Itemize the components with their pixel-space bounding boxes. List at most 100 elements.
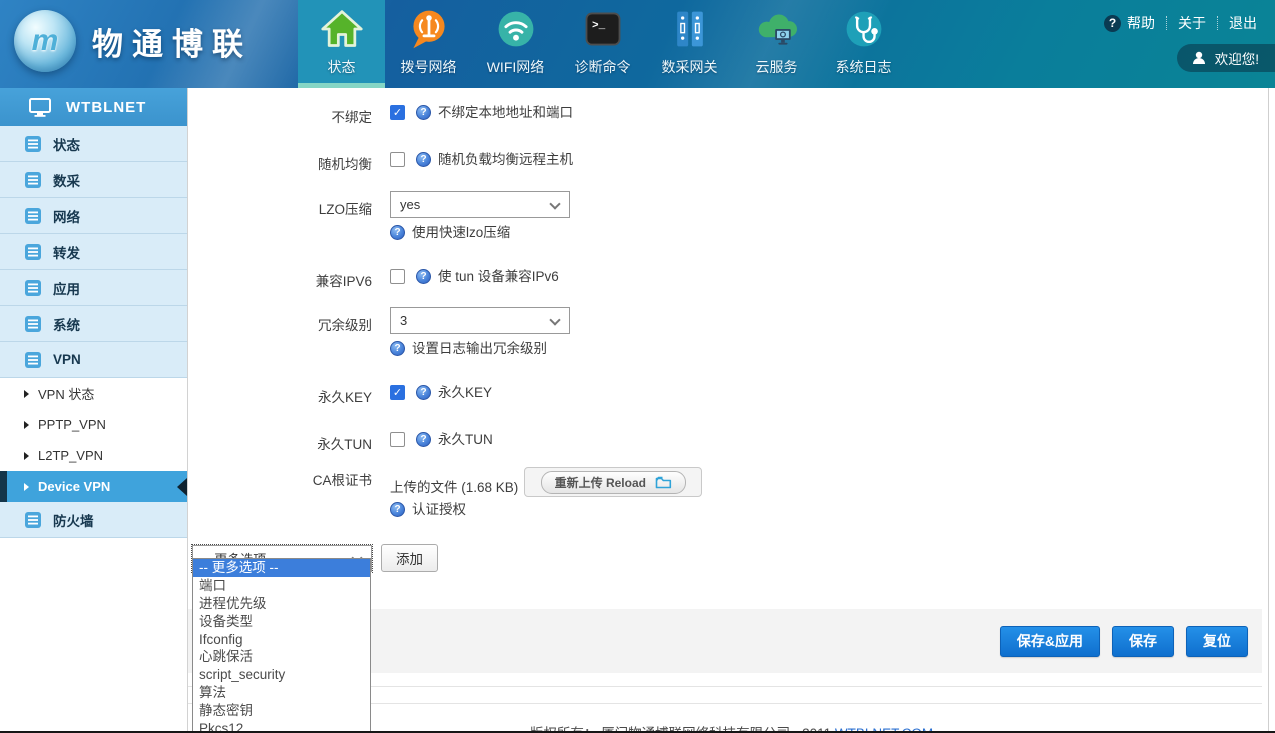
logs-icon	[841, 6, 887, 52]
form-row-ipv6: 兼容IPV6 使 tun 设备兼容IPv6	[188, 268, 1275, 290]
dial-network-icon	[406, 6, 452, 52]
help-icon[interactable]	[416, 269, 431, 284]
random-balance-checkbox[interactable]	[390, 152, 405, 167]
verbosity-select[interactable]: 3	[390, 307, 570, 334]
sidebar-subitem-device-vpn[interactable]: Device VPN	[0, 471, 187, 502]
persist-key-checkbox[interactable]	[390, 385, 405, 400]
form-row-ca-cert: CA根证书 上传的文件 (1.68 KB) 重新上传 Reload 认证授权	[188, 467, 1275, 518]
form-row-persist-key: 永久KEY 永久KEY	[188, 384, 1275, 406]
sidebar-item-firewall[interactable]: 防火墙	[0, 502, 187, 538]
field-label: 永久TUN	[188, 431, 390, 453]
field-label: 随机均衡	[188, 151, 390, 173]
help-icon[interactable]: ?	[1104, 15, 1121, 32]
sidebar-item-data-collect[interactable]: 数采	[0, 162, 187, 198]
reset-button[interactable]: 复位	[1186, 626, 1248, 657]
welcome-text: 欢迎您!	[1215, 48, 1259, 68]
dropdown-option[interactable]: 心跳保活	[193, 648, 370, 666]
sidebar: WTBLNET 状态 数采 网络 转发 应用 系统 VPN	[0, 88, 188, 733]
wifi-icon	[493, 6, 539, 52]
nav-tab-diagnostics[interactable]: >_ 诊断命令	[559, 0, 646, 88]
caret-right-icon	[24, 452, 29, 460]
nav-tab-wifi-network[interactable]: WIFI网络	[472, 0, 559, 88]
dropdown-option[interactable]: 进程优先级	[193, 595, 370, 613]
gateway-icon	[667, 6, 713, 52]
nav-tab-system-logs[interactable]: 系统日志	[820, 0, 907, 88]
monitor-icon	[28, 97, 52, 118]
dropdown-option[interactable]: 算法	[193, 684, 370, 702]
cloud-icon	[754, 6, 800, 52]
field-label: 不绑定	[188, 104, 390, 126]
form-row-nobind: 不绑定 不绑定本地地址和端口	[188, 104, 1275, 126]
logout-link[interactable]: 退出	[1229, 13, 1257, 33]
ipv6-checkbox[interactable]	[390, 269, 405, 284]
dropdown-option[interactable]: 静态密钥	[193, 702, 370, 720]
help-link[interactable]: 帮助	[1127, 13, 1155, 33]
sidebar-item-network[interactable]: 网络	[0, 198, 187, 234]
device-name: WTBLNET	[66, 99, 146, 116]
caret-right-icon	[24, 390, 29, 398]
caret-right-icon	[24, 483, 29, 491]
sidebar-item-forwarding[interactable]: 转发	[0, 234, 187, 270]
list-icon	[24, 171, 42, 189]
field-help: 永久TUN	[438, 431, 493, 448]
dropdown-option[interactable]: 端口	[193, 577, 370, 595]
help-icon[interactable]	[390, 502, 405, 517]
lzo-select[interactable]: yes	[390, 191, 570, 218]
field-label: 兼容IPV6	[188, 268, 390, 290]
sidebar-item-system[interactable]: 系统	[0, 306, 187, 342]
add-button[interactable]: 添加	[381, 544, 438, 572]
save-apply-button[interactable]: 保存&应用	[1000, 626, 1100, 657]
user-icon	[1191, 50, 1207, 66]
nav-tab-dial-network[interactable]: 拨号网络	[385, 0, 472, 88]
terminal-icon: >_	[580, 6, 626, 52]
form-row-persist-tun: 永久TUN 永久TUN	[188, 431, 1275, 453]
nav-tab-status[interactable]: 状态	[298, 0, 385, 88]
form-row-verbosity: 冗余级别 3 设置日志输出冗余级别	[188, 307, 1275, 357]
logo-orb-icon: m	[14, 10, 76, 72]
top-nav: 状态 拨号网络 WIFI网络 >_ 诊断命令 数采网关	[298, 0, 907, 88]
help-icon[interactable]	[416, 105, 431, 120]
reupload-button[interactable]: 重新上传 Reload	[524, 467, 702, 497]
sidebar-item-applications[interactable]: 应用	[0, 270, 187, 306]
help-icon[interactable]	[390, 341, 405, 356]
list-icon	[24, 351, 42, 369]
field-label: CA根证书	[188, 467, 390, 518]
help-icon[interactable]	[416, 152, 431, 167]
field-label: 永久KEY	[188, 384, 390, 406]
help-icon[interactable]	[416, 432, 431, 447]
caret-right-icon	[24, 421, 29, 429]
field-help: 不绑定本地地址和端口	[438, 104, 573, 121]
help-icon[interactable]	[416, 385, 431, 400]
list-icon	[24, 243, 42, 261]
dropdown-option[interactable]: -- 更多选项 --	[193, 559, 370, 577]
dropdown-option[interactable]: Ifconfig	[193, 631, 370, 649]
field-help: 认证授权	[412, 501, 466, 518]
persist-tun-checkbox[interactable]	[390, 432, 405, 447]
sidebar-device-header: WTBLNET	[0, 88, 187, 126]
form-row-lzo: LZO压缩 yes 使用快速lzo压缩	[188, 191, 1275, 241]
sidebar-subitem-l2tp-vpn[interactable]: L2TP_VPN	[0, 440, 187, 471]
sidebar-item-vpn[interactable]: VPN	[0, 342, 187, 378]
sidebar-item-status[interactable]: 状态	[0, 126, 187, 162]
field-label: 冗余级别	[188, 307, 390, 357]
welcome-badge[interactable]: 欢迎您!	[1177, 44, 1275, 72]
nav-tab-data-gateway[interactable]: 数采网关	[646, 0, 733, 88]
dropdown-option[interactable]: 设备类型	[193, 613, 370, 631]
dropdown-option[interactable]: script_security	[193, 666, 370, 684]
about-link[interactable]: 关于	[1178, 13, 1206, 33]
nav-tab-cloud-service[interactable]: 云服务	[733, 0, 820, 88]
help-icon[interactable]	[390, 225, 405, 240]
list-icon	[24, 135, 42, 153]
save-button[interactable]: 保存	[1112, 626, 1174, 657]
form-row-random-balance: 随机均衡 随机负载均衡远程主机	[188, 151, 1275, 173]
field-help: 设置日志输出冗余级别	[412, 340, 547, 357]
sidebar-subitem-vpn-status[interactable]: VPN 状态	[0, 378, 187, 409]
uploaded-file-info: 上传的文件 (1.68 KB)	[390, 476, 518, 496]
sidebar-subitem-pptp-vpn[interactable]: PPTP_VPN	[0, 409, 187, 440]
nobind-checkbox[interactable]	[390, 105, 405, 120]
brand-logo: m 物通博联	[14, 10, 252, 72]
field-help: 随机负载均衡远程主机	[438, 151, 573, 168]
folder-icon	[655, 475, 672, 489]
app-header: m 物通博联 状态 拨号网络 WIFI网络 >_ 诊断命令	[0, 0, 1275, 88]
list-icon	[24, 511, 42, 529]
